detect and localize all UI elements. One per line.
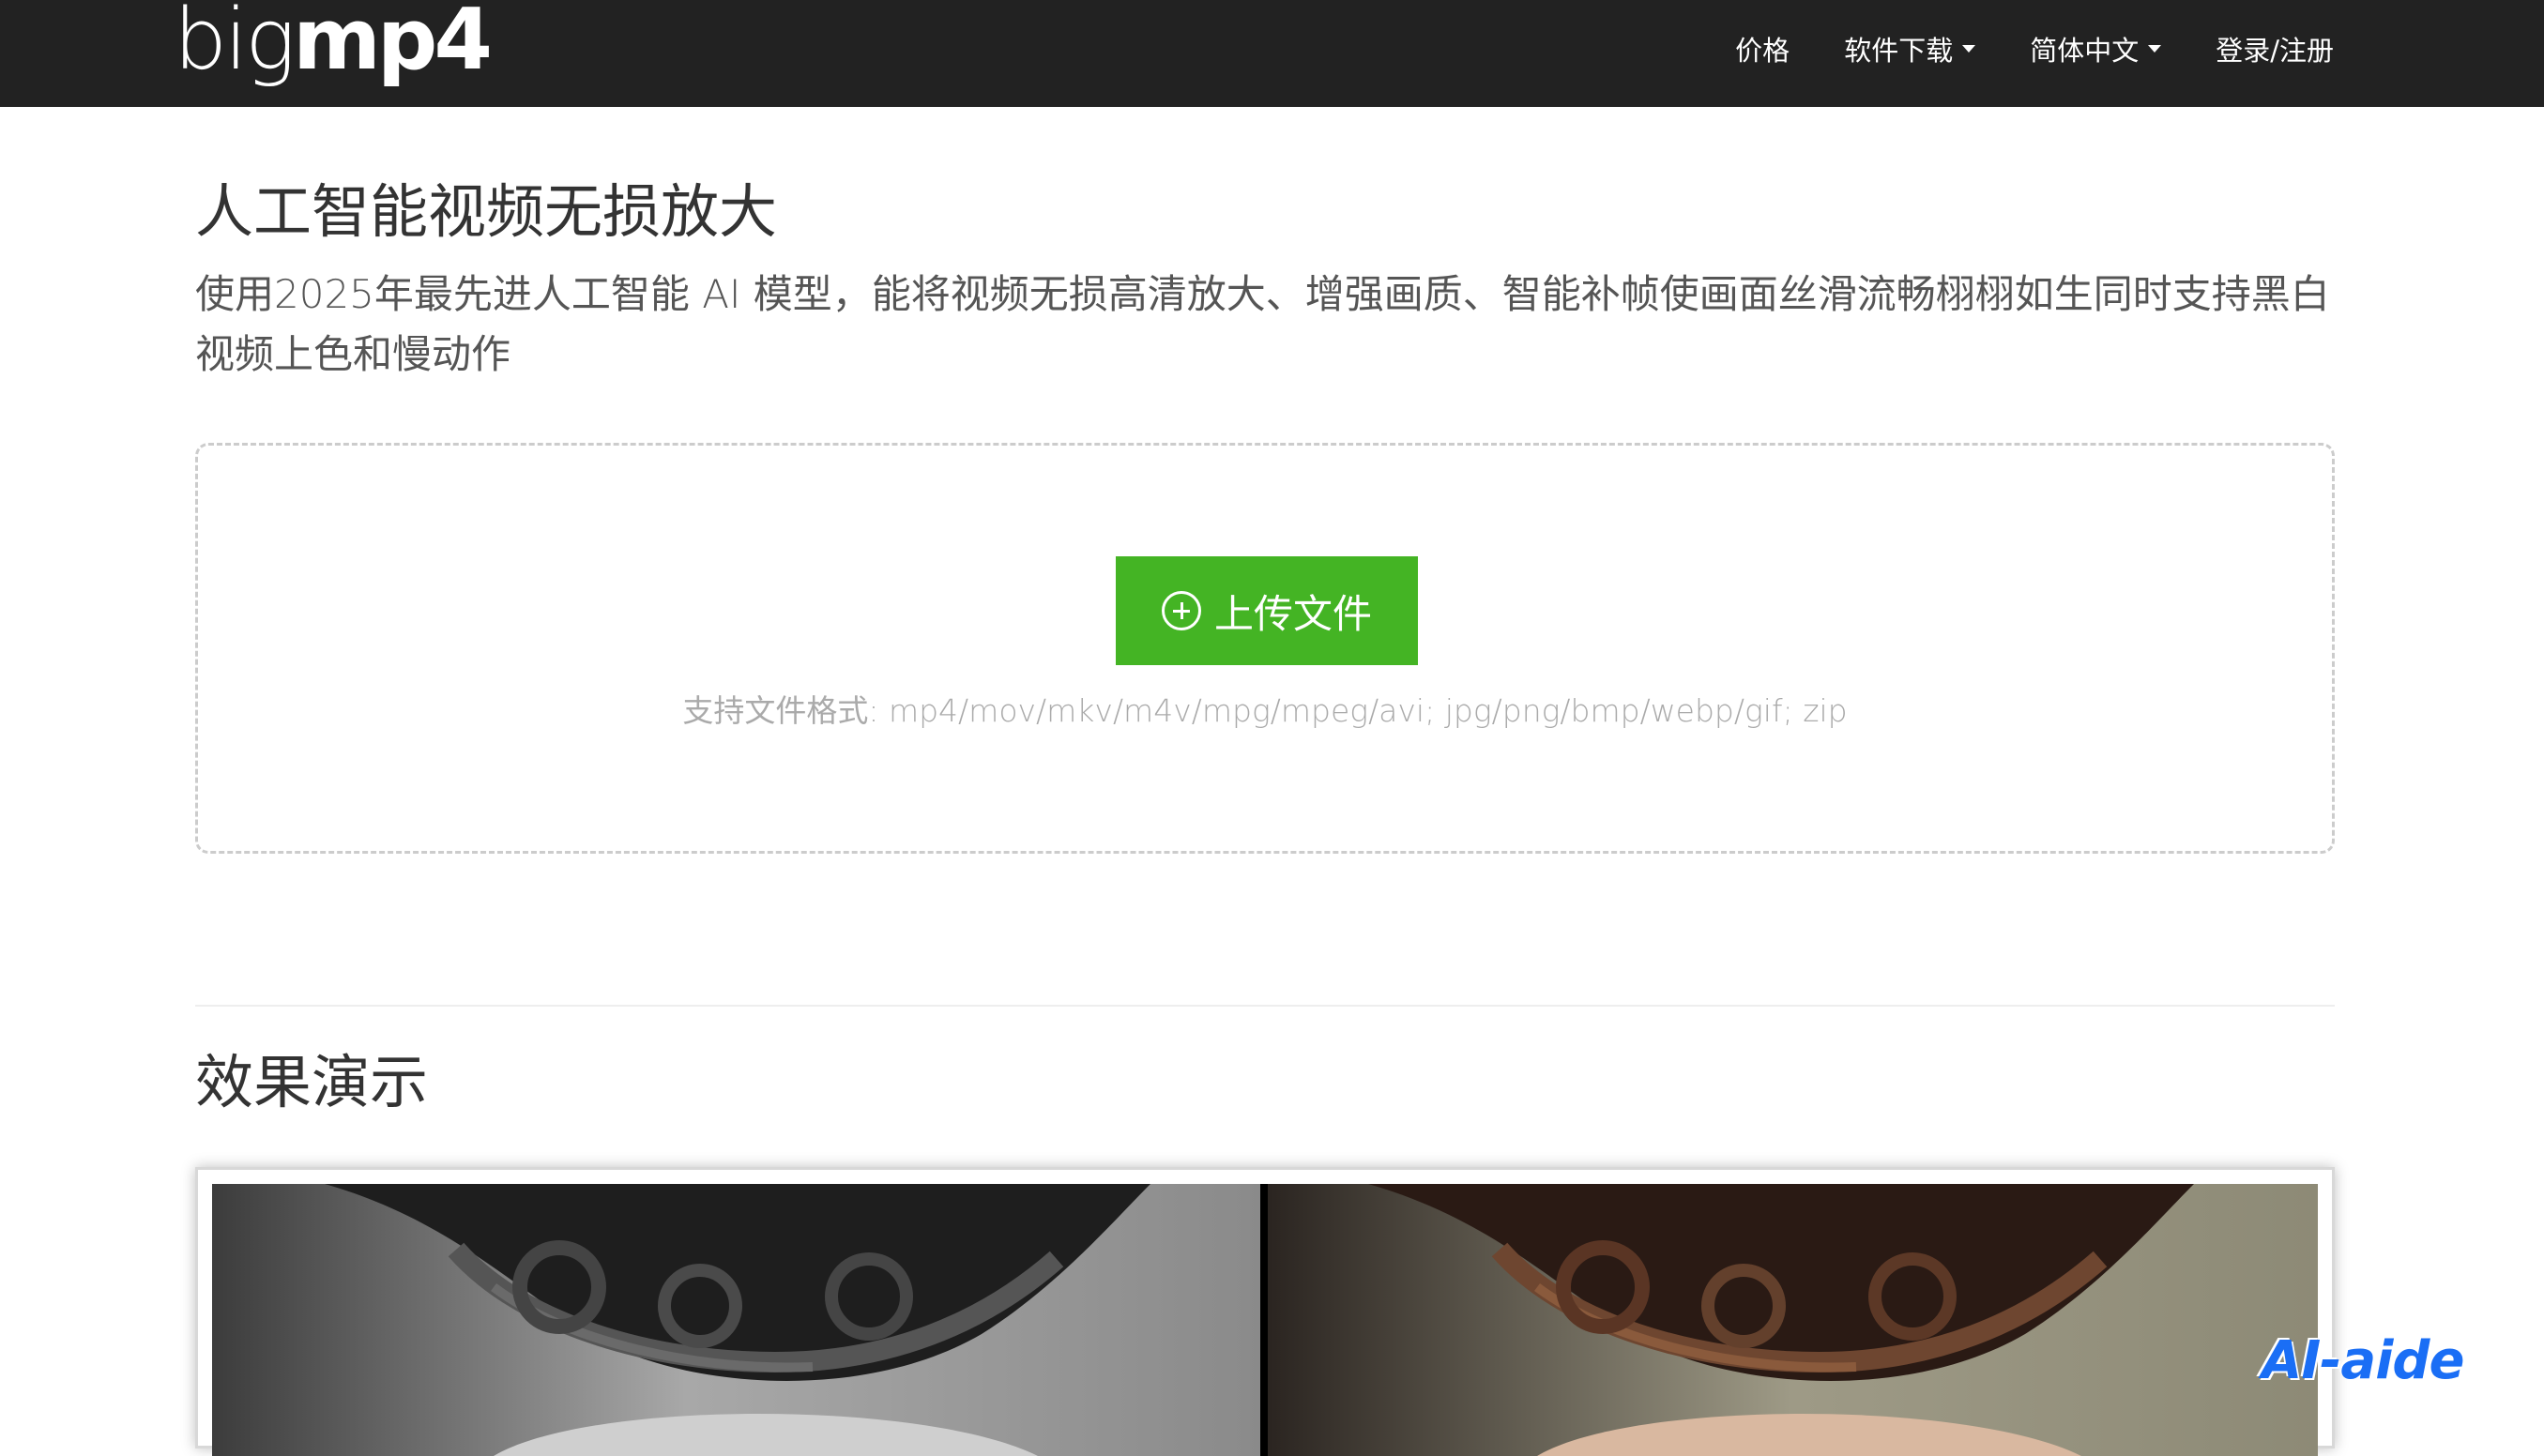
nav-download-dropdown[interactable]: 软件下载 — [1844, 29, 1976, 68]
demo-original-bw-image — [212, 1184, 1265, 1456]
supported-formats-text: 支持文件格式: mp4/mov/mkv/m4v/mpg/mpeg/avi; jp… — [682, 692, 1848, 729]
nav-login-label: 登录/注册 — [2216, 35, 2334, 67]
bigmp4-logo[interactable]: bigmp4 — [174, 0, 493, 92]
nav-language-dropdown[interactable]: 简体中文 — [2030, 29, 2162, 68]
nav-language-label: 简体中文 — [2030, 35, 2140, 67]
logo-bold-text: mp4 — [293, 0, 493, 89]
logo-light-text: big — [174, 0, 296, 89]
ai-aide-watermark: AI-aide — [2262, 1330, 2464, 1391]
demo-colorized-image — [1265, 1184, 2318, 1456]
section-divider — [195, 1005, 2335, 1007]
demo-section-title: 效果演示 — [195, 1048, 429, 1116]
caret-down-icon — [2148, 45, 2162, 53]
nav-price-label: 价格 — [1735, 35, 1790, 67]
nav-login-link[interactable]: 登录/注册 — [2216, 29, 2334, 68]
nav-price-link[interactable]: 价格 — [1735, 29, 1790, 68]
comparison-split-handle[interactable] — [1260, 1184, 1268, 1456]
page-title: 人工智能视频无损放大 — [195, 177, 778, 246]
demo-comparison-viewer[interactable] — [212, 1184, 2318, 1456]
caret-down-icon — [1962, 45, 1976, 53]
upload-file-button[interactable]: 上传文件 — [1116, 556, 1418, 665]
nav-download-label: 软件下载 — [1844, 35, 1954, 67]
upload-dropzone[interactable]: 上传文件 支持文件格式: mp4/mov/mkv/m4v/mpg/mpeg/av… — [195, 443, 2335, 854]
page-description: 使用2025年最先进人工智能 AI 模型，能将视频无损高清放大、增强画质、智能补… — [195, 271, 2330, 377]
main-container: 人工智能视频无损放大 使用2025年最先进人工智能 AI 模型，能将视频无损高清… — [195, 107, 2335, 1456]
bw-portrait-illustration — [212, 1184, 1265, 1456]
color-portrait-illustration — [1265, 1184, 2318, 1456]
nav-menu: 价格 软件下载 简体中文 登录/注册 — [1681, 0, 2334, 98]
plus-circle-icon — [1161, 591, 1201, 630]
upload-button-label: 上传文件 — [1213, 590, 1372, 637]
top-navbar: bigmp4 价格 软件下载 简体中文 登录/注册 — [0, 0, 2544, 107]
demo-comparison-frame — [195, 1167, 2335, 1456]
